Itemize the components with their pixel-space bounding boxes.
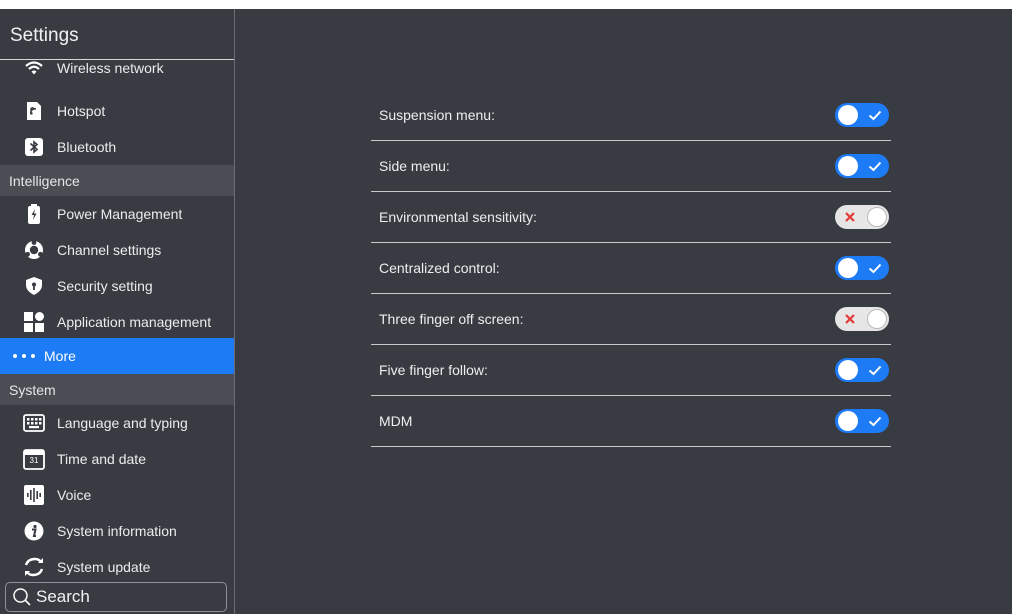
setting-row-three-finger-off-screen: Three finger off screen:	[371, 294, 891, 345]
setting-label: Centralized control:	[379, 260, 500, 276]
setting-row-environmental-sensitivity: Environmental sensitivity:	[371, 192, 891, 243]
toggle-knob	[838, 105, 858, 125]
setting-label: Side menu:	[379, 158, 450, 174]
setting-row-side-menu: Side menu:	[371, 141, 891, 192]
sidebar-item-label: System update	[57, 559, 151, 575]
setting-label: MDM	[379, 413, 413, 429]
settings-panel: Suspension menu: Side menu: Environmenta…	[236, 9, 1012, 614]
voice-icon	[23, 484, 45, 506]
sidebar-item-channel-settings[interactable]: Channel settings	[0, 232, 234, 268]
sidebar-item-label: System information	[57, 523, 177, 539]
sidebar-item-label: Power Management	[57, 206, 183, 222]
setting-row-mdm: MDM	[371, 396, 891, 447]
sidebar-item-label: Application management	[57, 314, 212, 330]
check-icon	[868, 263, 882, 274]
sidebar-item-system-update[interactable]: System update	[0, 549, 234, 580]
five-finger-follow-toggle[interactable]	[835, 358, 889, 382]
sidebar-item-label: Bluetooth	[57, 139, 117, 155]
sidebar-item-voice[interactable]: Voice	[0, 477, 234, 513]
mdm-toggle[interactable]	[835, 409, 889, 433]
toggle-knob	[867, 309, 887, 329]
sidebar-item-power-management[interactable]: Power Management	[0, 196, 234, 232]
channel-icon	[23, 239, 45, 261]
settings-window: Settings Wireless network Hotspot Blueto…	[0, 9, 1012, 614]
sidebar-item-label: Wireless network	[57, 60, 164, 76]
toggle-knob	[838, 156, 858, 176]
sidebar-item-system-information[interactable]: System information	[0, 513, 234, 549]
sidebar-item-label: Language and typing	[57, 415, 188, 431]
three-finger-off-screen-toggle[interactable]	[835, 307, 889, 331]
sidebar-item-label: Hotspot	[57, 103, 106, 119]
refresh-icon	[23, 556, 45, 578]
sidebar-item-bluetooth[interactable]: Bluetooth	[0, 129, 234, 165]
sidebar-item-more[interactable]: More	[0, 338, 234, 374]
environmental-sensitivity-toggle[interactable]	[835, 205, 889, 229]
sidebar: Settings Wireless network Hotspot Blueto…	[0, 9, 235, 614]
setting-row-suspension-menu: Suspension menu:	[371, 90, 891, 141]
toggle-knob	[838, 258, 858, 278]
sidebar-item-label: Voice	[57, 487, 92, 503]
x-icon	[845, 212, 855, 222]
sidebar-item-language-and-typing[interactable]: Language and typing	[0, 405, 234, 441]
sidebar-item-time-and-date[interactable]: 31 Time and date	[0, 441, 234, 477]
search-box[interactable]: Search	[5, 582, 227, 612]
setting-label: Environmental sensitivity:	[379, 209, 537, 225]
apps-grid-icon	[23, 311, 45, 333]
hotspot-icon	[23, 100, 45, 122]
setting-row-centralized-control: Centralized control:	[371, 243, 891, 294]
battery-icon	[23, 203, 45, 225]
setting-row-five-finger-follow: Five finger follow:	[371, 345, 891, 396]
calendar-day: 31	[29, 456, 39, 465]
search-label: Search	[36, 587, 90, 606]
check-icon	[868, 161, 882, 172]
sidebar-item-hotspot[interactable]: Hotspot	[0, 93, 234, 129]
sidebar-item-security-setting[interactable]: Security setting	[0, 268, 234, 304]
keyboard-icon	[23, 412, 45, 434]
calendar-icon: 31	[23, 448, 45, 470]
sidebar-title: Settings	[0, 9, 234, 60]
sidebar-list[interactable]: Wireless network Hotspot Bluetooth Intel…	[0, 60, 234, 580]
sidebar-item-label: More	[44, 348, 76, 364]
setting-label: Three finger off screen:	[379, 311, 524, 327]
sidebar-item-wireless-network[interactable]: Wireless network	[0, 60, 234, 86]
sidebar-item-label: Security setting	[57, 278, 153, 294]
check-icon	[868, 416, 882, 427]
sidebar-item-application-management[interactable]: Application management	[0, 304, 234, 340]
section-header-system: System	[0, 374, 234, 405]
shield-icon	[23, 275, 45, 297]
check-icon	[868, 365, 882, 376]
info-icon	[23, 520, 45, 542]
bluetooth-icon	[23, 136, 45, 158]
wifi-icon	[23, 60, 45, 79]
sidebar-item-label: Channel settings	[57, 242, 162, 258]
side-menu-toggle[interactable]	[835, 154, 889, 178]
suspension-menu-toggle[interactable]	[835, 103, 889, 127]
setting-label: Five finger follow:	[379, 362, 488, 378]
section-header-intelligence: Intelligence	[0, 165, 234, 196]
check-icon	[868, 110, 882, 121]
search-icon	[12, 587, 32, 607]
more-dots-icon	[10, 345, 38, 367]
sidebar-item-label: Time and date	[57, 451, 146, 467]
toggle-knob	[838, 360, 858, 380]
toggle-knob	[838, 411, 858, 431]
x-icon	[845, 314, 855, 324]
toggle-knob	[867, 207, 887, 227]
setting-label: Suspension menu:	[379, 107, 495, 123]
centralized-control-toggle[interactable]	[835, 256, 889, 280]
